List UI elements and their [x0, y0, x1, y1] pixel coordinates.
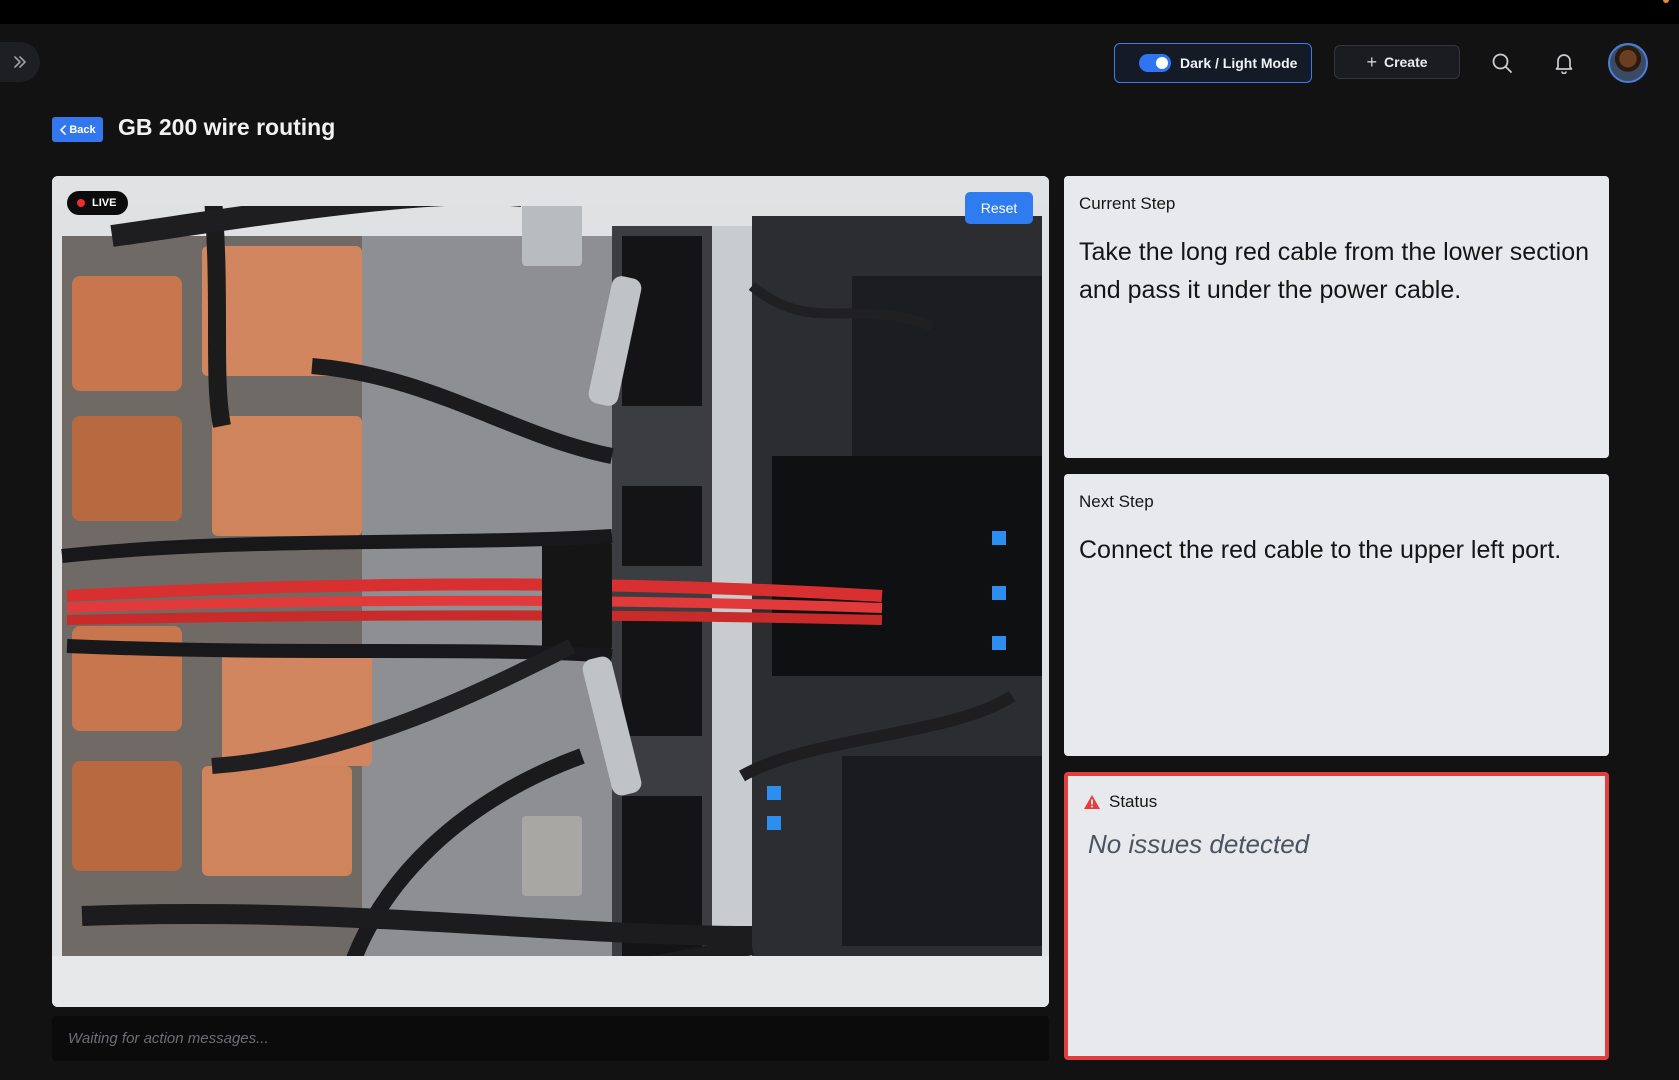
bell-icon [1555, 54, 1573, 74]
status-header: Status [1083, 792, 1590, 812]
plus-icon: + [1366, 52, 1377, 72]
status-card: Status No issues detected [1064, 772, 1609, 1060]
live-label: LIVE [92, 197, 117, 209]
next-step-heading: Next Step [1079, 492, 1154, 511]
notifications-button[interactable] [1548, 47, 1580, 79]
action-messages-placeholder: Waiting for action messages... [68, 1030, 269, 1047]
sidebar-expand-button[interactable] [0, 42, 40, 82]
back-label: Back [69, 123, 96, 136]
next-step-text: Connect the red cable to the upper left … [1079, 536, 1562, 564]
avatar[interactable] [1608, 43, 1648, 83]
chevron-left-icon [60, 124, 67, 135]
live-video-feed: LIVE Reset [52, 176, 1049, 1007]
current-step-heading: Current Step [1079, 194, 1176, 213]
live-indicator-dot [77, 199, 85, 207]
page-title: GB 200 wire routing [118, 114, 336, 140]
current-step-text: Take the long red cable from the lower s… [1079, 238, 1589, 304]
chevrons-right-icon [14, 56, 26, 68]
mode-toggle-label: Dark / Light Mode [1180, 55, 1298, 71]
live-badge: LIVE [67, 191, 129, 215]
status-text: No issues detected [1088, 829, 1310, 859]
search-icon [1492, 53, 1512, 73]
create-button[interactable]: + Create [1334, 45, 1460, 79]
dark-light-mode-toggle[interactable]: Dark / Light Mode [1114, 43, 1312, 83]
status-heading: Status [1109, 792, 1158, 811]
next-step-card: Next Step Connect the red cable to the u… [1064, 474, 1609, 756]
warning-icon [1084, 795, 1100, 809]
status-dot [1663, 0, 1669, 3]
back-button[interactable]: Back [52, 117, 103, 142]
create-label: Create [1383, 54, 1428, 70]
reset-button[interactable]: Reset [965, 192, 1033, 224]
toggle-switch[interactable] [1139, 54, 1171, 72]
action-messages-bar: Waiting for action messages... [52, 1016, 1049, 1061]
search-button[interactable] [1486, 47, 1518, 79]
hardware-video-frame [52, 176, 1049, 1007]
top-bar [0, 0, 1679, 24]
current-step-card: Current Step Take the long red cable fro… [1064, 176, 1609, 458]
